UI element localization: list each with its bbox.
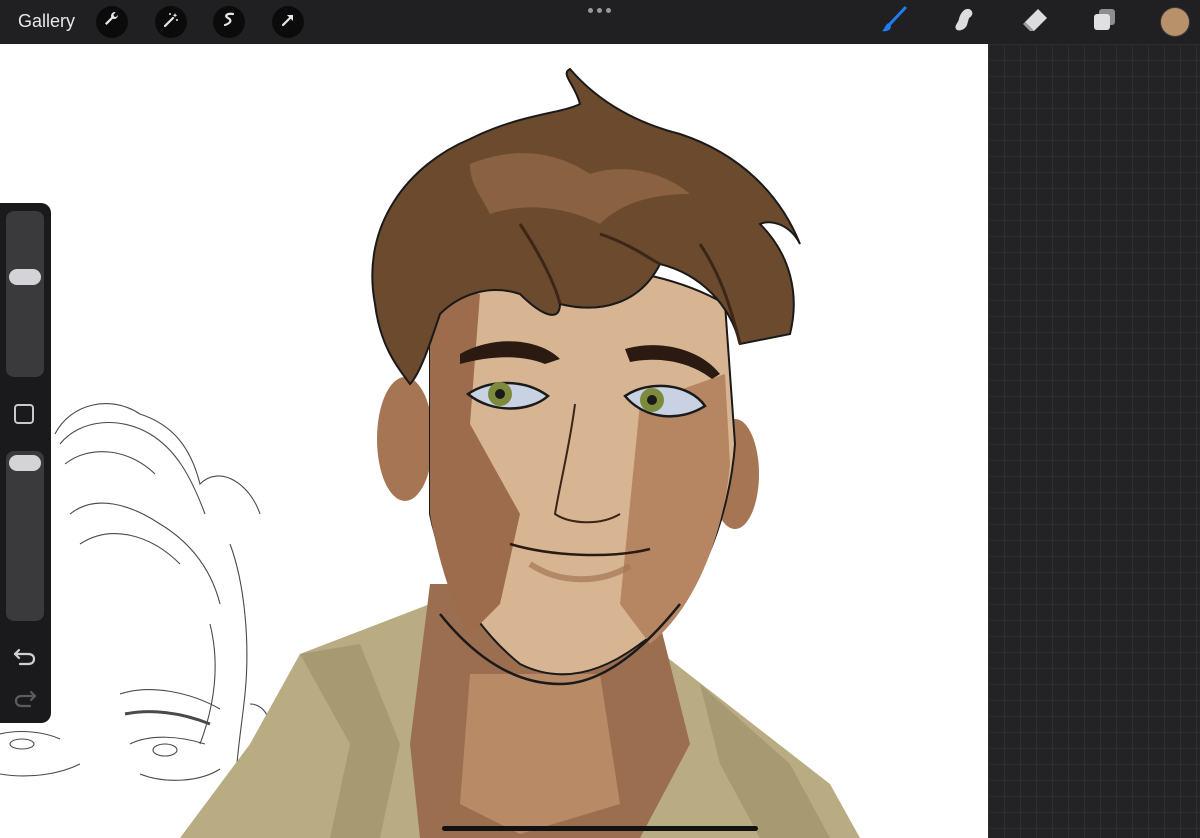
- gallery-button[interactable]: Gallery: [18, 11, 75, 32]
- left-ear: [377, 377, 433, 501]
- smudge-tool-button[interactable]: [949, 7, 979, 37]
- eraser-tool-button[interactable]: [1020, 7, 1050, 37]
- wrench-icon: [102, 10, 122, 35]
- more-options-icon[interactable]: [588, 8, 612, 16]
- undo-icon[interactable]: [12, 645, 38, 667]
- adjustments-button[interactable]: [155, 6, 187, 38]
- actions-wrench-button[interactable]: [96, 6, 128, 38]
- transform-button[interactable]: [272, 6, 304, 38]
- drawing-canvas[interactable]: [0, 44, 988, 838]
- magic-wand-icon: [161, 10, 181, 35]
- top-toolbar: Gallery: [0, 0, 1200, 44]
- color-picker-swatch[interactable]: [1161, 8, 1189, 36]
- eraser-icon: [1020, 5, 1050, 40]
- redo-icon[interactable]: [12, 687, 38, 709]
- brush-tool-button[interactable]: [879, 5, 909, 40]
- transform-arrow-icon: [278, 10, 298, 35]
- brush-size-thumb[interactable]: [9, 269, 41, 285]
- opacity-thumb[interactable]: [9, 455, 41, 471]
- brush-icon: [879, 5, 909, 40]
- smudge-icon: [949, 5, 979, 40]
- selection-icon: [219, 10, 239, 35]
- layers-button[interactable]: [1090, 7, 1120, 37]
- reference-grid-panel: [988, 44, 1200, 838]
- opacity-slider[interactable]: [6, 451, 44, 621]
- brush-size-slider[interactable]: [6, 211, 44, 377]
- home-indicator[interactable]: [442, 826, 758, 831]
- artwork-illustration: [0, 67, 860, 838]
- selection-button[interactable]: [213, 6, 245, 38]
- modify-button-icon[interactable]: [14, 404, 34, 424]
- layers-icon: [1090, 5, 1120, 40]
- left-sidebar: [0, 203, 51, 723]
